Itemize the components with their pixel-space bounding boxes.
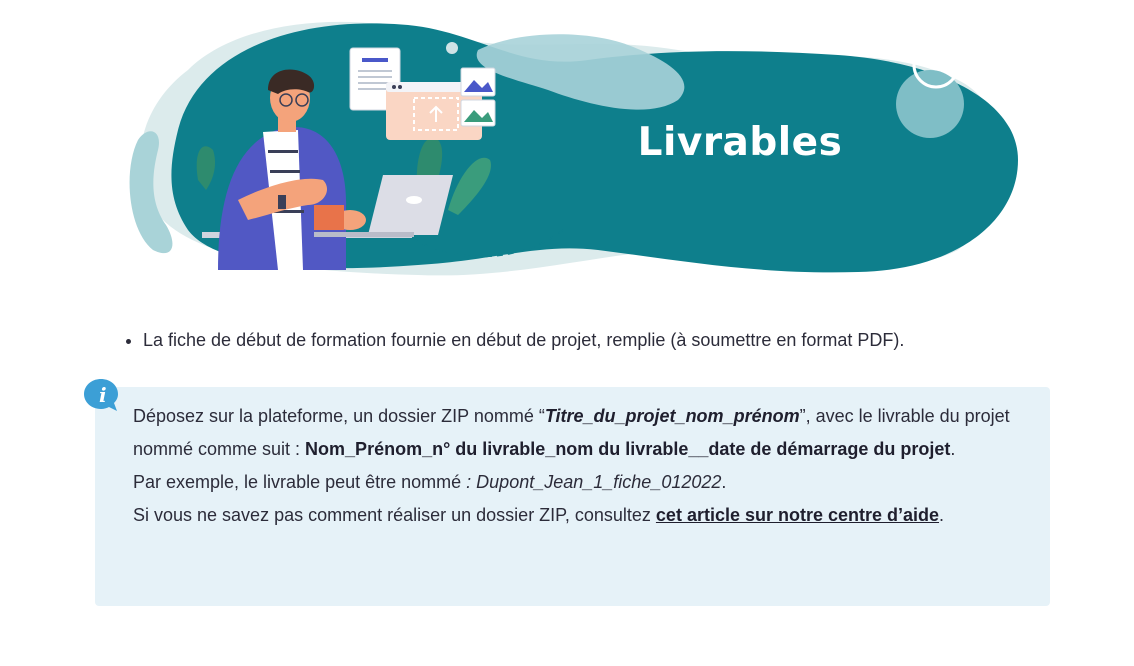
- help-center-link[interactable]: cet article sur notre centre d’aide: [656, 505, 939, 525]
- info-icon: i: [84, 379, 118, 411]
- info-text-prefix: Déposez sur la plateforme, un dossier ZI…: [133, 406, 545, 426]
- info-period: .: [950, 439, 956, 459]
- banner-illustration: [129, 21, 1018, 276]
- help-prefix: Si vous ne savez pas comment réaliser un…: [133, 505, 656, 525]
- example-prefix: Par exemple, le livrable peut être nommé: [133, 472, 467, 492]
- list-item: La fiche de début de formation fournie e…: [143, 326, 1103, 354]
- help-paragraph: Si vous ne savez pas comment réaliser un…: [133, 499, 1020, 532]
- example-value: : Dupont_Jean_1_fiche_012022: [466, 472, 722, 492]
- help-period: .: [939, 505, 945, 525]
- info-box: Déposez sur la plateforme, un dossier ZI…: [95, 387, 1050, 606]
- info-paragraph: Déposez sur la plateforme, un dossier ZI…: [133, 400, 1020, 466]
- banner-title: Livrables: [637, 120, 843, 165]
- page: Livrables La fiche de début de formation…: [0, 0, 1134, 666]
- deliverables-list: La fiche de début de formation fournie e…: [120, 326, 1103, 354]
- example-paragraph: Par exemple, le livrable peut être nommé…: [133, 466, 1020, 499]
- folder-name: Titre_du_projet_nom_prénom: [544, 406, 800, 426]
- naming-pattern: Nom_Prénom_n° du livrable_nom du livrabl…: [305, 439, 951, 459]
- svg-text:i: i: [99, 383, 107, 407]
- example-period: .: [721, 472, 727, 492]
